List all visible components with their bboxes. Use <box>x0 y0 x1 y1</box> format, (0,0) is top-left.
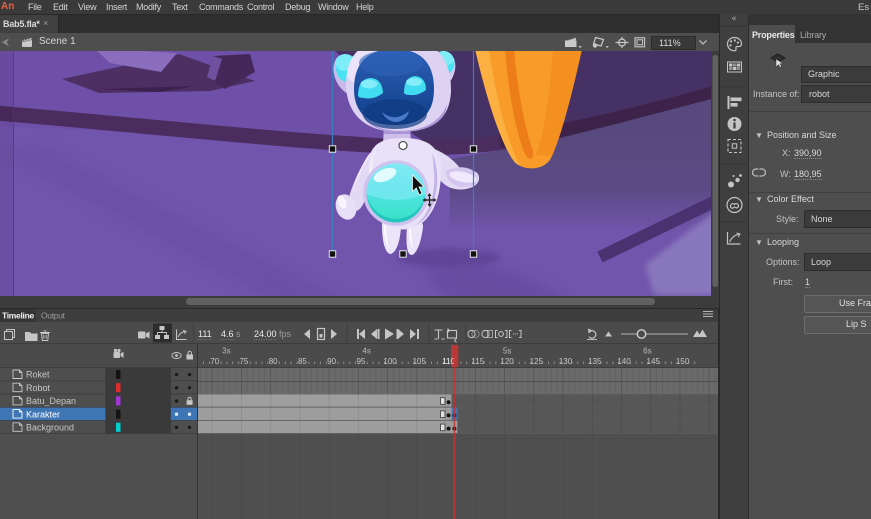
svg-text:140: 140 <box>617 357 631 366</box>
svg-text:135: 135 <box>588 357 602 366</box>
svg-text:Output: Output <box>41 311 66 321</box>
svg-text:Batu_Depan: Batu_Depan <box>26 396 76 406</box>
svg-text:80: 80 <box>269 357 278 366</box>
svg-text:5s: 5s <box>503 347 511 356</box>
svg-text:130: 130 <box>559 357 573 366</box>
svg-text:111: 111 <box>198 329 212 339</box>
svg-text:125: 125 <box>530 357 544 366</box>
svg-text:115: 115 <box>471 357 484 366</box>
svg-text:Roket: Roket <box>26 370 50 380</box>
svg-text:110: 110 <box>442 357 455 366</box>
svg-text:«: « <box>732 14 737 23</box>
svg-text:70: 70 <box>210 357 219 366</box>
svg-text:Background: Background <box>26 423 74 433</box>
svg-text:4.6 s: 4.6 s <box>221 329 241 339</box>
svg-text:Karakter: Karakter <box>26 409 60 419</box>
svg-text:105: 105 <box>413 357 427 366</box>
svg-text:Timeline: Timeline <box>2 311 35 321</box>
svg-text:95: 95 <box>356 357 365 366</box>
svg-text:24.00 fps: 24.00 fps <box>254 329 292 339</box>
svg-text:90: 90 <box>327 357 336 366</box>
svg-text:145: 145 <box>647 357 661 366</box>
svg-text:100: 100 <box>383 357 397 366</box>
svg-text:Robot: Robot <box>26 383 51 393</box>
svg-text:6s: 6s <box>643 347 651 356</box>
svg-text:75: 75 <box>239 357 248 366</box>
svg-text:85: 85 <box>298 357 307 366</box>
svg-text:4s: 4s <box>362 347 370 356</box>
svg-text:120: 120 <box>500 357 514 366</box>
svg-text:3s: 3s <box>222 347 230 356</box>
svg-text:150: 150 <box>676 357 690 366</box>
